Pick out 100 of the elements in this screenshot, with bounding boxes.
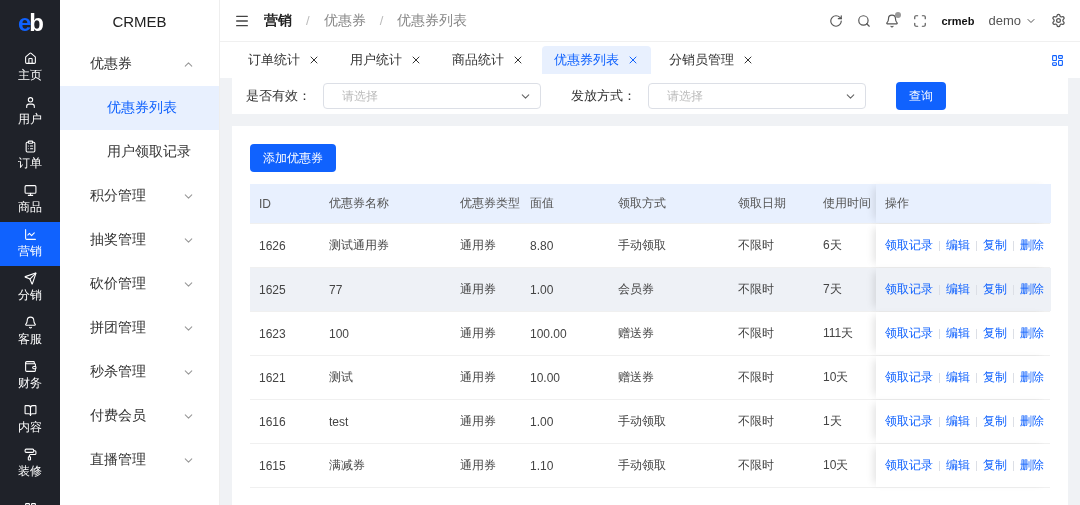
rail-item[interactable]: 客服 <box>0 310 60 354</box>
table-cell-text: 测试 <box>328 369 354 386</box>
bell-icon[interactable] <box>885 13 900 28</box>
fullscreen-icon[interactable] <box>913 13 928 28</box>
breadcrumb-item[interactable]: 优惠券列表 <box>397 11 468 30</box>
action-link[interactable]: 删除 <box>1020 457 1044 474</box>
bell-icon <box>23 316 37 329</box>
table-cell-text: 不限时 <box>737 281 775 298</box>
close-icon[interactable] <box>512 54 524 66</box>
table-cell-text: 6天 <box>822 237 843 254</box>
settings-icon[interactable] <box>1051 13 1066 28</box>
close-icon[interactable] <box>742 54 754 66</box>
action-link[interactable]: 复制 <box>983 413 1007 430</box>
action-link[interactable]: 编辑 <box>946 369 970 386</box>
table-cell-text: 1616 <box>258 414 287 429</box>
rail-item[interactable]: 分销 <box>0 266 60 310</box>
table-cell-text: 1.10 <box>529 458 555 473</box>
user-name[interactable]: demo <box>988 13 1021 28</box>
action-link[interactable]: 编辑 <box>946 281 970 298</box>
rail-item[interactable]: 内容 <box>0 398 60 442</box>
sidebar-item[interactable]: 拼团管理 <box>60 306 219 350</box>
tab[interactable]: 用户统计 <box>338 46 434 74</box>
rail-item[interactable]: 用户 <box>0 90 60 134</box>
table-row[interactable]: 1625 77 通用券 1.00 会员券 不限时 7天 领取记录 编辑 复制 删除 <box>250 268 1050 312</box>
rail-item[interactable]: 财务 <box>0 354 60 398</box>
action-link[interactable]: 复制 <box>983 281 1007 298</box>
action-link[interactable]: 删除 <box>1020 237 1044 254</box>
filter-label: 发放方式： <box>571 87 636 105</box>
close-icon[interactable] <box>308 54 320 66</box>
rail-item[interactable]: 商品 <box>0 178 60 222</box>
table-cell-text: 1625 <box>258 282 287 297</box>
action-link[interactable]: 领取记录 <box>885 325 933 342</box>
clipboard-icon <box>23 140 37 153</box>
action-link[interactable]: 领取记录 <box>885 413 933 430</box>
table-cell-text: 10天 <box>822 457 850 474</box>
table-cell-text: 手动领取 <box>617 457 667 474</box>
tab[interactable]: 分销员管理 <box>657 46 766 74</box>
sidebar-subitem[interactable]: 优惠券列表 <box>60 86 219 130</box>
action-link[interactable]: 复制 <box>983 457 1007 474</box>
close-icon[interactable] <box>410 54 422 66</box>
rail-item[interactable]: 订单 <box>0 134 60 178</box>
rail-item[interactable]: 主页 <box>0 46 60 90</box>
table-cell-text: 会员券 <box>617 281 655 298</box>
action-link[interactable]: 领取记录 <box>885 281 933 298</box>
tab[interactable]: 商品统计 <box>440 46 536 74</box>
sidebar-item[interactable]: 砍价管理 <box>60 262 219 306</box>
table-cell-text: 10.00 <box>529 370 562 385</box>
column-header: 领取方式 <box>617 195 667 212</box>
brand-logo: crmeb <box>941 14 975 27</box>
table-row[interactable]: 1621 测试 通用券 10.00 赠送券 不限时 10天 领取记录 编辑 复制 删除 <box>250 356 1050 400</box>
add-coupon-button[interactable]: 添加优惠券 <box>250 144 336 172</box>
action-link[interactable]: 删除 <box>1020 281 1044 298</box>
table-row[interactable]: 1626 测试通用券 通用券 8.80 手动领取 不限时 6天 领取记录 编辑 复制 删除 <box>250 224 1050 268</box>
table-cell-text: test <box>328 414 350 429</box>
refresh-icon[interactable] <box>829 13 844 28</box>
sidebar-item[interactable]: 优惠券 <box>60 42 219 86</box>
table-cell-text: 不限时 <box>737 457 775 474</box>
table-cell-text: 7天 <box>822 281 843 298</box>
sidebar-item[interactable]: 直播管理 <box>60 438 219 482</box>
action-link[interactable]: 复制 <box>983 325 1007 342</box>
action-link[interactable]: 删除 <box>1020 369 1044 386</box>
action-link[interactable]: 删除 <box>1020 325 1044 342</box>
action-link[interactable]: 领取记录 <box>885 369 933 386</box>
action-link[interactable]: 编辑 <box>946 325 970 342</box>
table-cell-text: 不限时 <box>737 325 775 342</box>
sidebar-item[interactable]: 抽奖管理 <box>60 218 219 262</box>
sidebar-item[interactable]: 付费会员 <box>60 394 219 438</box>
query-button[interactable]: 查询 <box>896 82 946 110</box>
action-link[interactable]: 领取记录 <box>885 237 933 254</box>
table-row[interactable]: 1615 满减券 通用券 1.10 手动领取 不限时 10天 领取记录 编辑 复制 删除 <box>250 444 1050 488</box>
search-icon[interactable] <box>857 13 872 28</box>
action-link[interactable]: 编辑 <box>946 413 970 430</box>
monitor-icon <box>23 184 37 197</box>
table-cell-text: 赠送券 <box>617 325 655 342</box>
user-icon <box>23 96 37 109</box>
action-link[interactable]: 编辑 <box>946 237 970 254</box>
send-icon <box>23 272 37 285</box>
breadcrumb-item[interactable]: 优惠券 <box>323 11 366 30</box>
column-header: 面值 <box>529 195 555 212</box>
rail-item[interactable]: 营销 <box>0 222 60 266</box>
table-cell-text: 77 <box>328 282 344 297</box>
action-link[interactable]: 复制 <box>983 369 1007 386</box>
table-cell-text: 通用券 <box>459 369 497 386</box>
filter-label: 是否有效： <box>246 87 311 105</box>
action-link[interactable]: 删除 <box>1020 413 1044 430</box>
sidebar-item[interactable]: 积分管理 <box>60 174 219 218</box>
grid-icon[interactable] <box>1051 53 1064 67</box>
table-row[interactable]: 1623 100 通用券 100.00 赠送券 不限时 111天 领取记录 编辑 复制 删除 <box>250 312 1050 356</box>
table-row[interactable]: 1616 test 通用券 1.00 手动领取 不限时 1天 领取记录 编辑 复制 删除 <box>250 400 1050 444</box>
rail-item[interactable]: 装修 <box>0 442 60 486</box>
table-cell-text: 1.00 <box>529 282 555 297</box>
action-link[interactable]: 编辑 <box>946 457 970 474</box>
table-cell-text: 不限时 <box>737 369 775 386</box>
logo: eb <box>17 8 44 38</box>
tab[interactable]: 优惠券列表 <box>542 46 651 74</box>
tab[interactable]: 订单统计 <box>236 46 332 74</box>
action-link[interactable]: 复制 <box>983 237 1007 254</box>
sidebar-item[interactable]: 秒杀管理 <box>60 350 219 394</box>
sidebar-title: CRMEB <box>111 11 168 32</box>
action-link[interactable]: 领取记录 <box>885 457 933 474</box>
